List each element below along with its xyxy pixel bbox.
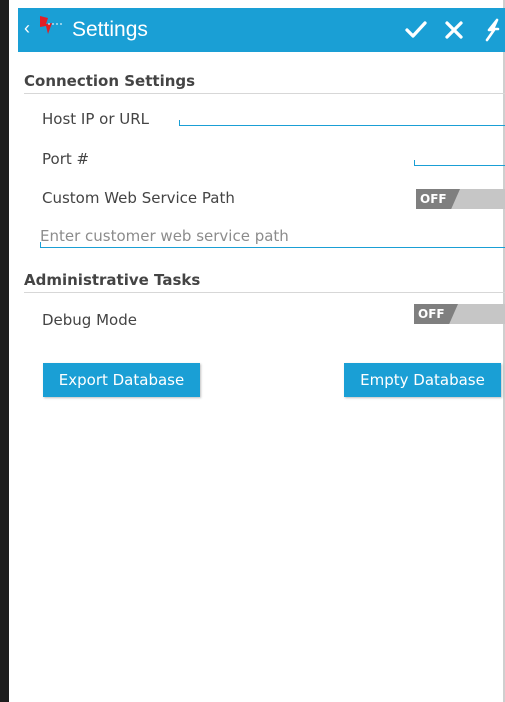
connection-settings-header: Connection Settings — [24, 69, 505, 94]
custom-path-input-caps — [40, 242, 505, 248]
save-button[interactable] — [404, 18, 428, 42]
toggle-off-label: OFF — [414, 304, 458, 324]
debug-toggle[interactable]: OFF — [414, 304, 505, 324]
host-label: Host IP or URL — [42, 110, 150, 128]
custom-path-label: Custom Web Service Path — [42, 189, 235, 207]
cancel-button[interactable] — [442, 18, 466, 42]
export-database-button[interactable]: Export Database — [43, 363, 200, 397]
app-frame: ‹ Settings Connection Settings Host IP o… — [0, 0, 505, 702]
back-icon[interactable]: ‹ — [24, 18, 30, 38]
checkmark-icon — [405, 21, 427, 38]
bolt-icon — [485, 18, 500, 42]
toggle-off-label: OFF — [416, 189, 460, 209]
administrative-tasks-header: Administrative Tasks — [24, 268, 505, 293]
top-app-bar: ‹ Settings — [18, 8, 505, 52]
host-input[interactable] — [179, 120, 505, 126]
port-label: Port # — [42, 150, 90, 168]
header-actions — [404, 17, 504, 43]
empty-database-button[interactable]: Empty Database — [344, 363, 501, 397]
page-title: Settings — [72, 18, 148, 41]
port-input[interactable] — [414, 160, 505, 166]
debug-label: Debug Mode — [42, 311, 137, 329]
test-connection-button[interactable] — [480, 18, 504, 42]
close-icon — [445, 21, 463, 39]
custom-path-toggle[interactable]: OFF — [416, 189, 505, 209]
app-logo-icon — [40, 16, 64, 34]
